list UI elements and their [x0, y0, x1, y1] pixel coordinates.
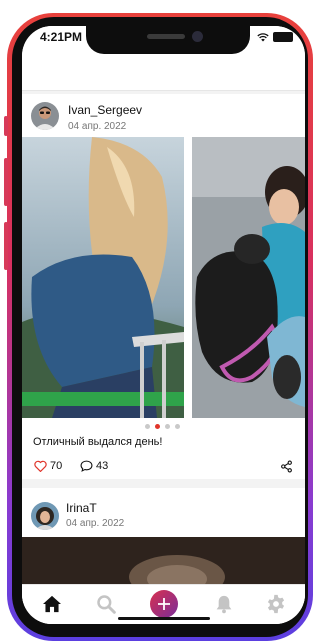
avatar[interactable] — [31, 102, 59, 130]
post-caption: Отличный выдался день! — [33, 436, 163, 448]
like-button[interactable]: 70 — [34, 460, 62, 472]
comment-count: 43 — [96, 460, 109, 472]
notch — [86, 26, 250, 54]
nav-home[interactable] — [41, 593, 63, 615]
nav-settings[interactable] — [265, 593, 287, 615]
status-time: 4:21PM — [40, 30, 83, 44]
front-camera — [192, 31, 203, 42]
share-icon — [281, 460, 292, 473]
wifi-icon — [257, 32, 269, 41]
nav-add-post[interactable] — [149, 589, 179, 619]
side-button — [4, 158, 8, 206]
share-button[interactable] — [280, 460, 293, 473]
speaker — [147, 34, 185, 39]
carousel-dot[interactable] — [165, 424, 170, 429]
post-photo[interactable] — [22, 537, 305, 587]
post-username[interactable]: IrinaT — [66, 501, 97, 515]
photo-woman-image — [22, 137, 184, 418]
avatar-image — [31, 502, 59, 530]
avatar-image — [31, 102, 59, 130]
post-photo[interactable] — [192, 137, 305, 418]
nav-search[interactable] — [95, 593, 117, 615]
carousel-dot[interactable] — [175, 424, 180, 429]
like-count: 70 — [50, 460, 63, 472]
screen: 4:21PM Ivan_Sergeev 04 апр. 2022 Отличны… — [22, 26, 305, 624]
battery-icon — [273, 32, 293, 42]
carousel-dot-active[interactable] — [155, 424, 160, 429]
carousel-dot[interactable] — [145, 424, 150, 429]
status-icons — [257, 32, 293, 42]
post-photo[interactable] — [22, 137, 184, 418]
post-date: 04 апр. 2022 — [68, 121, 127, 132]
carousel-indicator — [145, 424, 180, 429]
home-indicator — [118, 617, 210, 620]
post-username[interactable]: Ivan_Sergeev — [68, 103, 142, 117]
photo-image — [22, 537, 305, 587]
bell-icon — [216, 595, 232, 614]
search-icon — [97, 595, 116, 614]
side-button — [4, 222, 8, 270]
gear-icon — [267, 594, 285, 614]
comment-icon — [80, 460, 93, 472]
post-card: Ivan_Sergeev 04 апр. 2022 Отличный выдал… — [22, 94, 305, 479]
comment-button[interactable]: 43 — [80, 460, 108, 472]
add-icon — [150, 590, 178, 618]
home-icon — [43, 595, 61, 613]
post-date: 04 апр. 2022 — [66, 518, 125, 529]
heart-icon — [34, 460, 47, 472]
status-bar: 4:21PM — [22, 26, 305, 60]
avatar[interactable] — [31, 502, 59, 530]
side-button — [4, 116, 8, 136]
app-top-bar — [22, 60, 305, 91]
nav-notifications[interactable] — [213, 593, 235, 615]
photo-girl-dog-image — [192, 137, 305, 418]
